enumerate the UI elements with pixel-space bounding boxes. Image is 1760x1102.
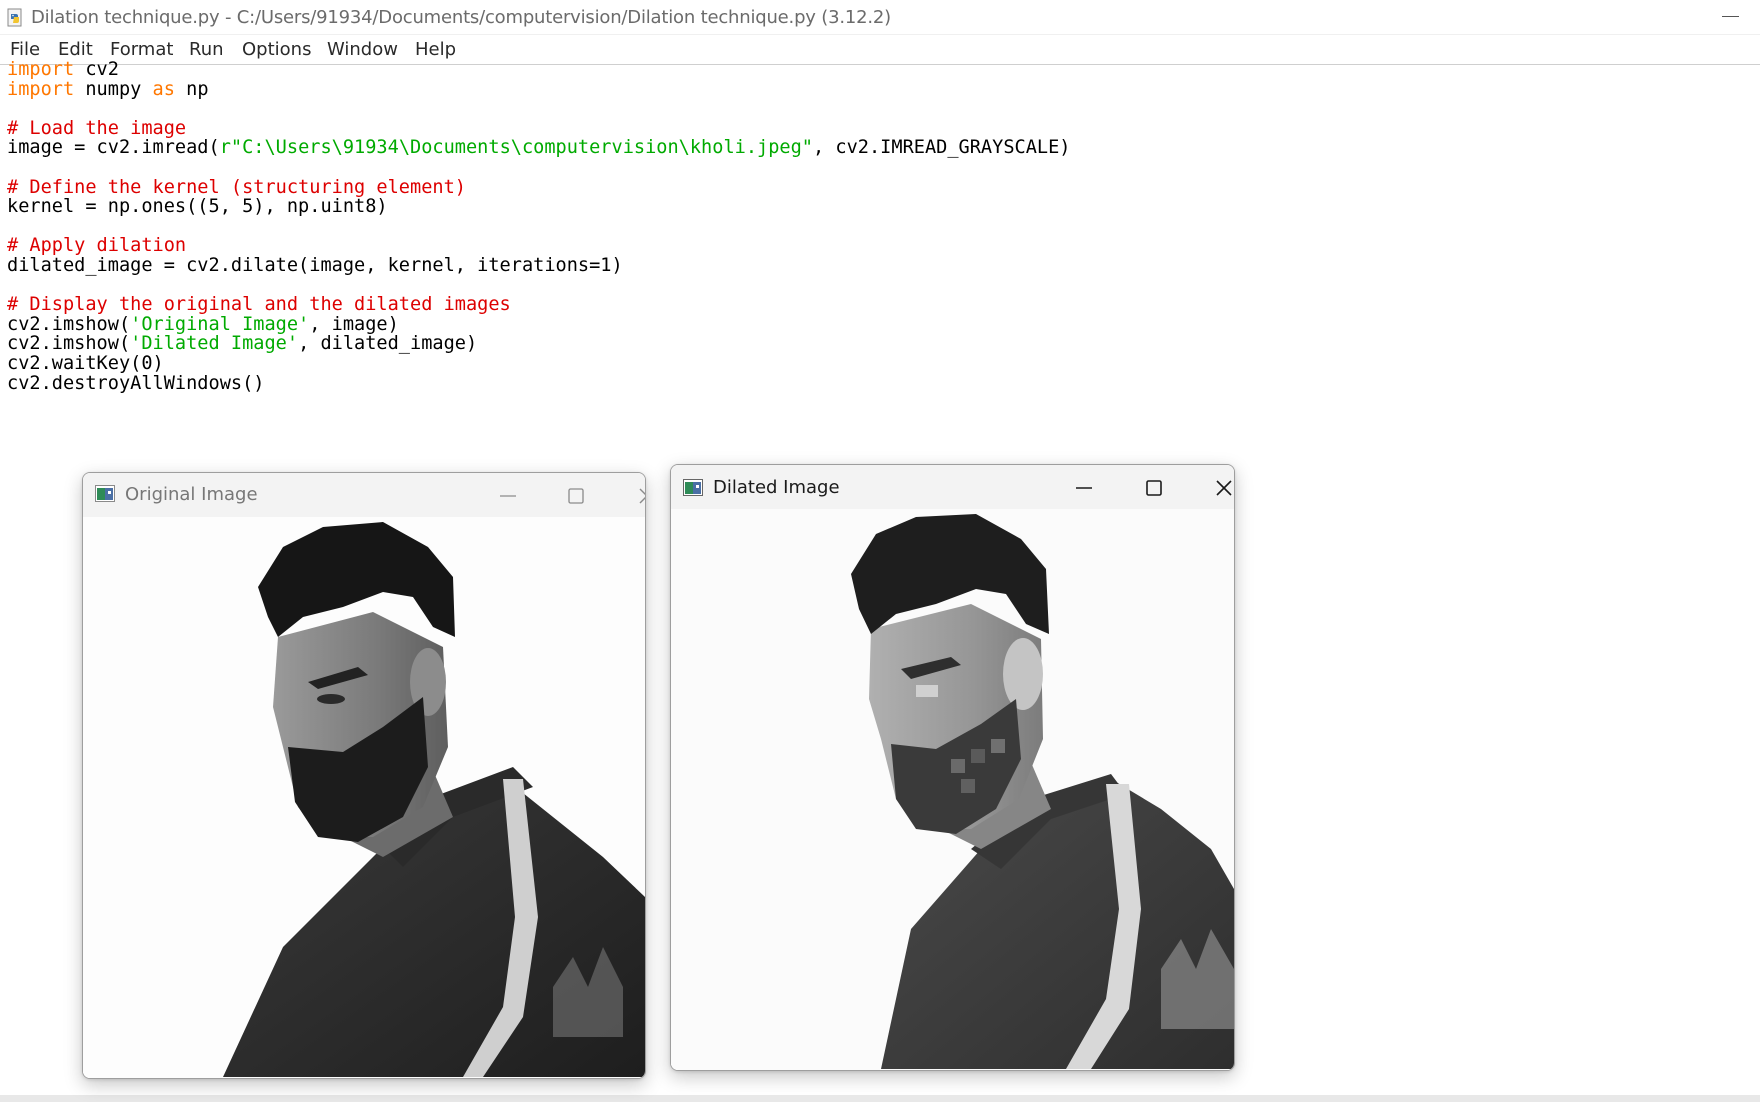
code-keyword: as bbox=[152, 78, 175, 100]
code-text: , image) bbox=[309, 313, 399, 335]
menu-help[interactable]: Help bbox=[415, 39, 456, 60]
title-bar: Dilation technique.py - C:/Users/91934/D… bbox=[0, 0, 1760, 35]
code-comment: # Load the image bbox=[7, 117, 187, 139]
dilated-image-window[interactable]: Dilated Image bbox=[670, 464, 1235, 1071]
maximize-button[interactable] bbox=[1131, 471, 1177, 503]
code-text: numpy bbox=[74, 78, 153, 100]
close-icon bbox=[639, 488, 645, 504]
code-text: , cv2.IMREAD_GRAYSCALE) bbox=[813, 137, 1071, 159]
maximize-icon bbox=[1146, 480, 1162, 496]
opencv-window-icon bbox=[683, 479, 703, 496]
code-text: , dilated_image) bbox=[298, 333, 478, 355]
minimize-icon[interactable] bbox=[1722, 16, 1739, 17]
menu-options[interactable]: Options bbox=[242, 39, 311, 60]
code-string: 'Original Image' bbox=[130, 313, 310, 335]
menu-bar: File Edit Format Run Options Window Help bbox=[0, 35, 1760, 65]
code-string: r"C:\Users\91934\Documents\computervisio… bbox=[219, 137, 814, 159]
dilated-image-title: Dilated Image bbox=[713, 477, 840, 498]
menu-edit[interactable]: Edit bbox=[58, 39, 93, 60]
minimize-button[interactable] bbox=[485, 479, 531, 511]
original-image-window[interactable]: Original Image bbox=[82, 472, 646, 1079]
menu-window[interactable]: Window bbox=[327, 39, 398, 60]
window-title: Dilation technique.py - C:/Users/91934/D… bbox=[31, 7, 891, 28]
code-line[interactable]: import numpy as np bbox=[7, 79, 209, 101]
menu-run[interactable]: Run bbox=[189, 39, 224, 60]
original-image-title: Original Image bbox=[125, 484, 258, 505]
original-image-titlebar[interactable]: Original Image bbox=[83, 473, 645, 517]
code-text: cv2.destroyAllWindows() bbox=[7, 372, 265, 394]
maximize-button[interactable] bbox=[553, 479, 599, 511]
code-text: dilated_image = cv2.dilate(image, kernel… bbox=[7, 255, 623, 276]
close-button[interactable] bbox=[624, 479, 645, 511]
code-text: cv2.waitKey(0) bbox=[7, 353, 164, 374]
code-string: 'Dilated Image' bbox=[130, 333, 299, 355]
code-text: cv2.imshow( bbox=[7, 313, 131, 335]
code-comment: # Apply dilation bbox=[7, 235, 187, 257]
code-text: cv2.imshow( bbox=[7, 333, 131, 355]
code-text: cv2 bbox=[74, 59, 119, 80]
code-line[interactable]: kernel = np.ones((5, 5), np.uint8) bbox=[7, 196, 388, 218]
close-button[interactable] bbox=[1201, 471, 1234, 503]
code-text: image = cv2.imread( bbox=[7, 137, 220, 159]
maximize-icon bbox=[568, 488, 584, 504]
code-comment: # Display the original and the dilated i… bbox=[7, 294, 511, 316]
menu-file[interactable]: File bbox=[10, 39, 40, 60]
code-keyword: import bbox=[7, 78, 75, 100]
code-keyword: import bbox=[7, 59, 75, 80]
minimize-icon bbox=[1076, 487, 1092, 489]
dilated-image-canvas bbox=[671, 509, 1234, 1070]
code-comment: # Define the kernel (structuring element… bbox=[7, 176, 466, 198]
python-file-icon bbox=[7, 8, 22, 27]
dilated-portrait-image bbox=[671, 509, 1234, 1070]
status-strip bbox=[0, 1095, 1760, 1102]
menu-format[interactable]: Format bbox=[110, 39, 173, 60]
close-icon bbox=[1216, 480, 1232, 496]
minimize-icon bbox=[500, 495, 516, 497]
portrait-image bbox=[83, 517, 645, 1078]
code-line[interactable]: image = cv2.imread(r"C:\Users\91934\Docu… bbox=[7, 137, 1071, 159]
minimize-button[interactable] bbox=[1061, 471, 1107, 503]
code-line[interactable]: cv2.destroyAllWindows() bbox=[7, 373, 264, 395]
dilated-image-titlebar[interactable]: Dilated Image bbox=[671, 465, 1234, 509]
code-text: np bbox=[174, 78, 209, 100]
original-image-canvas bbox=[83, 517, 645, 1078]
code-text: kernel = np.ones((5, 5), np.uint8) bbox=[7, 196, 388, 218]
code-line[interactable]: dilated_image = cv2.dilate(image, kernel… bbox=[7, 255, 623, 277]
opencv-window-icon bbox=[95, 485, 115, 502]
